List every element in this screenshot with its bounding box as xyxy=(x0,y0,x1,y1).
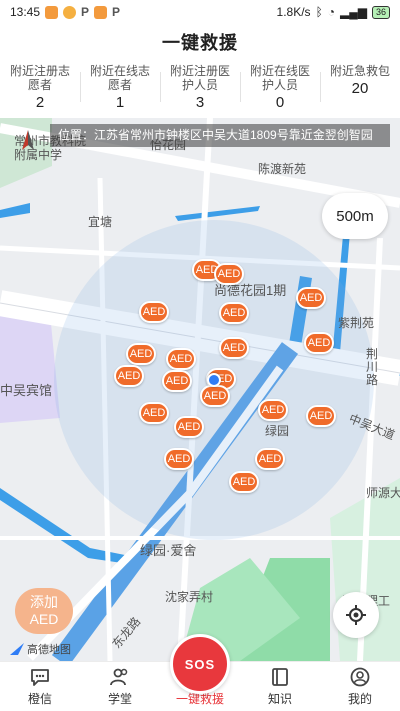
network-speed: 1.8K/s xyxy=(276,5,311,19)
amap-logo-icon xyxy=(10,643,24,655)
nav-knowledge[interactable]: 知识 xyxy=(240,662,320,711)
nav-label: 学堂 xyxy=(107,692,132,706)
stat-label: 附近注册医护人员 xyxy=(169,64,230,92)
aed-marker[interactable]: AED xyxy=(255,448,285,470)
amap-logo: 高德地图 xyxy=(10,641,71,657)
aed-marker[interactable]: AED xyxy=(114,365,144,387)
nav-chengxin[interactable]: 橙信 xyxy=(0,662,80,711)
aed-marker[interactable]: AED xyxy=(200,385,230,407)
alarm-icon: ◔ xyxy=(327,5,336,19)
stat-registered-volunteers[interactable]: 附近注册志愿者 2 xyxy=(0,60,80,118)
map-label: 荆川路 xyxy=(366,347,379,387)
stat-registered-medics[interactable]: 附近注册医护人员 3 xyxy=(160,60,240,118)
parking-notification-icon: P xyxy=(112,5,121,19)
profile-icon xyxy=(350,667,370,687)
amap-logo-text: 高德地图 xyxy=(27,644,71,656)
map-label: 陈渡新苑 xyxy=(258,162,307,176)
aed-marker[interactable]: AED xyxy=(174,416,204,438)
aed-marker[interactable]: AED xyxy=(214,263,244,285)
stat-label: 附近在线志愿者 xyxy=(89,64,150,92)
app-notification-icon xyxy=(45,5,59,19)
app-notification-icon xyxy=(63,5,77,19)
aed-marker[interactable]: AED xyxy=(166,348,196,370)
stat-first-aid-kits[interactable]: 附近急救包 20 xyxy=(320,60,400,118)
status-bar: 13:45 P P 1.8K/s ᛒ ◔ ▂▄▆ 36 xyxy=(0,0,400,24)
aed-marker[interactable]: AED xyxy=(304,332,334,354)
nav-mine[interactable]: 我的 xyxy=(320,662,400,711)
aed-marker[interactable]: AED xyxy=(126,343,156,365)
nav-xuetang[interactable]: 学堂 xyxy=(80,662,160,711)
nav-label: 知识 xyxy=(267,692,292,706)
nearby-stats: 附近注册志愿者 2 附近在线志愿者 1 附近注册医护人员 3 附近在线医护人员 … xyxy=(0,60,400,118)
map-label: 中吴宾馆 xyxy=(0,383,53,398)
aed-marker[interactable]: AED xyxy=(164,448,194,470)
map-label: 沈家弄村 xyxy=(165,590,214,604)
aed-marker[interactable]: AED xyxy=(162,370,192,392)
aed-marker[interactable]: AED xyxy=(258,399,288,421)
aed-marker[interactable]: AED xyxy=(219,337,249,359)
aed-marker[interactable]: AED xyxy=(296,287,326,309)
map-label: 紫荆苑 xyxy=(338,316,375,330)
add-aed-label: AED xyxy=(29,611,59,627)
stat-value: 2 xyxy=(35,94,45,111)
add-aed-label: 添加 xyxy=(30,594,58,610)
aed-marker[interactable]: AED xyxy=(229,471,259,493)
map-label: 宜塘 xyxy=(88,215,113,229)
aed-marker[interactable]: AED xyxy=(139,301,169,323)
map-scale: 500m xyxy=(322,193,388,239)
location-bar: 位置：江苏省常州市钟楼区中吴大道1809号靠近金翌创智园 xyxy=(50,124,390,147)
nav-label: 我的 xyxy=(347,692,372,706)
stat-online-medics[interactable]: 附近在线医护人员 0 xyxy=(240,60,320,118)
compass-icon xyxy=(22,130,34,150)
status-time: 13:45 xyxy=(10,5,41,19)
current-location-marker xyxy=(207,373,221,387)
parking-notification-icon: P xyxy=(81,5,90,19)
locate-me-button[interactable] xyxy=(333,592,379,638)
stat-label: 附近急救包 xyxy=(329,64,390,78)
aed-marker[interactable]: AED xyxy=(306,405,336,427)
map-label: 绿园·爱舍 xyxy=(140,543,197,558)
add-aed-button[interactable]: 添加 AED xyxy=(15,588,73,634)
stat-value: 1 xyxy=(115,94,125,111)
stat-online-volunteers[interactable]: 附近在线志愿者 1 xyxy=(80,60,160,118)
stat-value: 20 xyxy=(351,80,369,97)
sos-button[interactable]: SOS xyxy=(170,634,230,694)
map-view[interactable]: 常州市教科院附属中学 怡花园 陈渡新苑 宜塘 尚德花园1期 紫荆苑 荆川路 中吴… xyxy=(0,118,400,661)
signal-icon: ▂▄▆ xyxy=(340,5,367,19)
chat-bubble-icon xyxy=(31,669,49,686)
battery-icon: 36 xyxy=(371,5,390,19)
page-title: 一键救援 xyxy=(162,33,238,53)
stat-label: 附近注册志愿者 xyxy=(9,64,70,92)
stat-value: 0 xyxy=(275,94,285,111)
bluetooth-icon: ᛒ xyxy=(315,5,323,19)
map-label: 绿园 xyxy=(265,424,290,438)
app-notification-icon xyxy=(94,5,108,19)
aed-marker[interactable]: AED xyxy=(139,402,169,424)
stat-label: 附近在线医护人员 xyxy=(249,64,310,92)
book-icon xyxy=(272,668,288,686)
map-label: 师源大 xyxy=(366,486,400,500)
users-icon xyxy=(110,668,128,686)
nav-label: 橙信 xyxy=(27,692,52,706)
aed-marker[interactable]: AED xyxy=(219,302,249,324)
crosshair-icon xyxy=(346,605,366,625)
stat-value: 3 xyxy=(195,94,205,111)
